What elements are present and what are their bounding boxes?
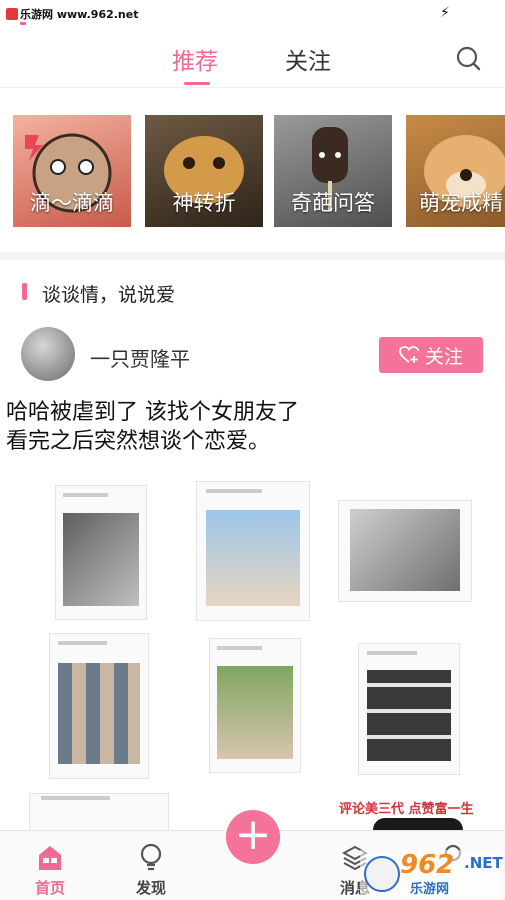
image-content bbox=[217, 665, 293, 759]
nav-home-label: 首页 bbox=[34, 879, 65, 897]
image-caption: 评论美三代 点赞富一生 bbox=[339, 802, 474, 817]
post-image[interactable] bbox=[55, 485, 147, 620]
status-indicator bbox=[20, 22, 26, 25]
watermark-top-left: 乐游网 www.962.net bbox=[6, 6, 138, 22]
follow-button[interactable]: 关注 bbox=[379, 337, 483, 373]
nav-discover-label: 发现 bbox=[135, 879, 166, 897]
post-image[interactable] bbox=[358, 643, 460, 775]
nav-discover[interactable]: 发现 bbox=[111, 831, 191, 900]
watermark-text: 乐游网 www.962.net bbox=[20, 8, 139, 21]
lightbulb-icon bbox=[140, 843, 162, 871]
category-carousel: 滴～滴滴 神转折 奇葩问答 萌宠成精 bbox=[0, 115, 505, 227]
status-bar: 乐游网 www.962.net ⚡ bbox=[0, 0, 505, 28]
post-text-line: 哈哈被虐到了 该找个女朋友了 bbox=[6, 400, 299, 425]
category-label: 神转折 bbox=[172, 191, 236, 215]
image-header bbox=[57, 641, 107, 646]
tab-recommend[interactable]: 推荐 bbox=[172, 42, 218, 76]
author-name[interactable]: 一只贾隆平 bbox=[90, 343, 190, 372]
section-divider bbox=[0, 252, 505, 260]
watermark-domain: .NET bbox=[464, 854, 503, 872]
heart-plus-icon bbox=[399, 346, 419, 363]
image-header bbox=[41, 795, 111, 800]
home-icon bbox=[39, 846, 61, 870]
image-content bbox=[349, 509, 461, 591]
watermark-logo-icon bbox=[6, 8, 18, 20]
image-header bbox=[205, 488, 262, 493]
post-image[interactable] bbox=[209, 638, 301, 773]
image-content bbox=[57, 662, 141, 764]
image-header bbox=[63, 492, 109, 497]
category-card[interactable]: 萌宠成精 bbox=[406, 115, 505, 227]
image-content bbox=[367, 670, 451, 761]
image-content bbox=[63, 512, 139, 606]
post-image[interactable] bbox=[49, 633, 149, 779]
watermark-number: 962 bbox=[400, 850, 455, 880]
tab-follow[interactable]: 关注 bbox=[285, 42, 331, 76]
search-icon[interactable] bbox=[454, 44, 482, 72]
nav-home[interactable]: 首页 bbox=[10, 831, 90, 900]
category-card[interactable]: 奇葩问答 bbox=[274, 115, 392, 227]
section-title: 谈谈情，说说爱 bbox=[42, 284, 176, 306]
post-image[interactable] bbox=[29, 793, 169, 833]
watermark-bottom-right: 962 .NET 乐游网 bbox=[360, 850, 503, 898]
charging-icon: ⚡ bbox=[440, 5, 450, 21]
category-card[interactable]: 神转折 bbox=[145, 115, 263, 227]
category-label: 奇葩问答 bbox=[291, 191, 375, 215]
avatar[interactable] bbox=[21, 327, 75, 381]
watermark-logo-icon bbox=[364, 856, 400, 892]
post-text-line: 看完之后突然想谈个恋爱。 bbox=[6, 429, 271, 454]
active-tab-indicator bbox=[184, 82, 210, 85]
post-image[interactable] bbox=[338, 500, 472, 602]
category-card[interactable]: 滴～滴滴 bbox=[13, 115, 131, 227]
section-accent-bar bbox=[22, 283, 27, 300]
post-image[interactable] bbox=[196, 481, 310, 621]
image-content bbox=[373, 818, 463, 830]
post-text: 哈哈被虐到了 该找个女朋友了 看完之后突然想谈个恋爱。 bbox=[6, 398, 501, 456]
add-post-button[interactable]: + bbox=[226, 810, 280, 864]
category-label: 滴～滴滴 bbox=[30, 191, 114, 215]
image-header bbox=[217, 645, 263, 650]
image-header bbox=[367, 650, 417, 655]
category-label: 萌宠成精 bbox=[419, 191, 503, 215]
image-content bbox=[205, 509, 301, 607]
post-image[interactable]: 评论美三代 点赞富一生 bbox=[333, 790, 483, 830]
top-tab-bar: 推荐 关注 bbox=[0, 30, 505, 88]
watermark-site-name: 乐游网 bbox=[410, 882, 450, 897]
follow-button-label: 关注 bbox=[424, 345, 463, 368]
